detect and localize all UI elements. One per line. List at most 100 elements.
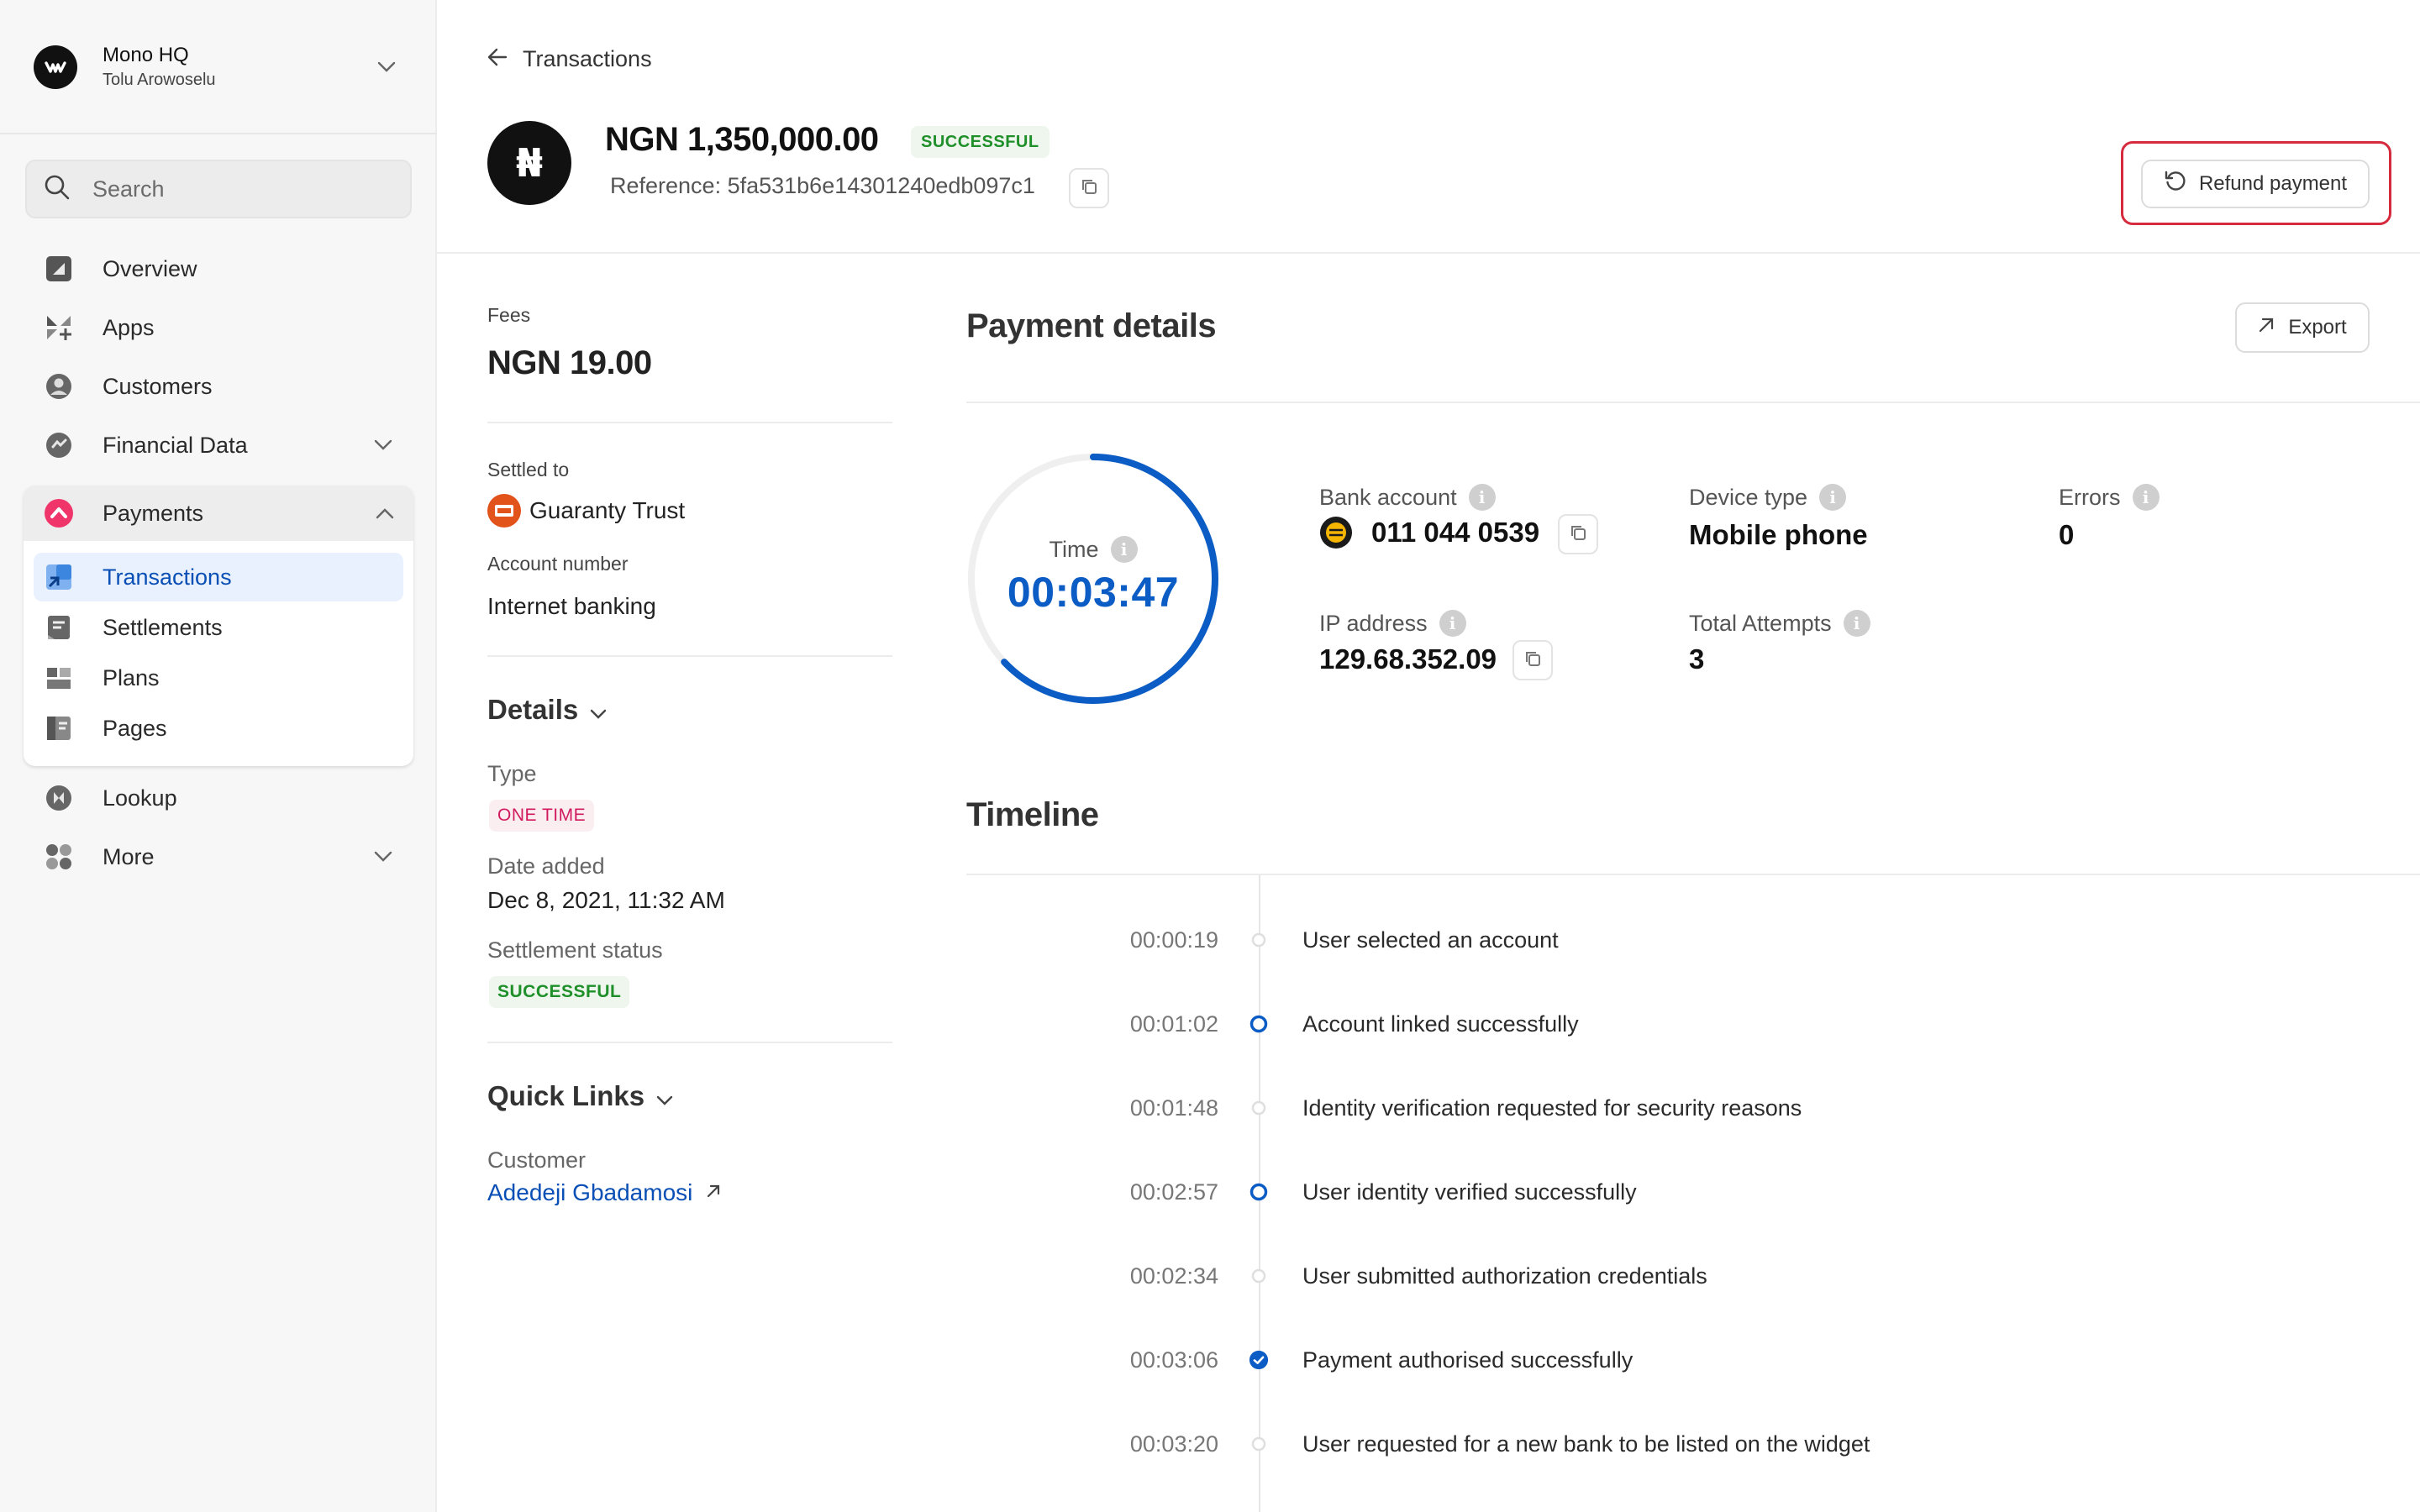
section-divider: [487, 655, 892, 657]
details-title: Details: [487, 694, 579, 725]
external-link-icon: [692, 1184, 721, 1203]
sidebar: Mono HQ Tolu Arowoselu Overview Apps Cus…: [0, 0, 437, 1512]
fees-label: Fees: [487, 304, 531, 326]
org-switcher[interactable]: Mono HQ Tolu Arowoselu: [34, 44, 403, 91]
refund-payment-label: Refund payment: [2198, 172, 2348, 195]
timeline-success-icon: [1249, 1014, 1269, 1034]
settled-to-label: Settled to: [487, 459, 570, 480]
bank-account-row: 011 044 0539: [1319, 516, 1539, 549]
sidebar-subitem-pages[interactable]: Pages: [34, 704, 403, 753]
chevron-down-icon[interactable]: [366, 840, 400, 874]
org-user: Tolu Arowoselu: [103, 71, 216, 89]
search-input[interactable]: [92, 176, 395, 202]
settlement-status-label: Settlement status: [487, 937, 663, 963]
timeline-time: 00:02:57: [1129, 1179, 1218, 1205]
type-label: Type: [487, 761, 537, 786]
section-divider: [487, 422, 892, 423]
ip-address-value: 129.68.352.09: [1319, 643, 1497, 675]
copy-bank-account-button[interactable]: [1558, 514, 1598, 554]
sidebar-item-label: Transactions: [103, 564, 232, 590]
errors-value: 0: [2059, 519, 2075, 550]
transaction-amount: NGN 1,350,000.00: [605, 121, 879, 158]
timeline-item: 00:00:19 User selected an account: [966, 919, 2395, 961]
quick-links-toggle[interactable]: Quick Links: [487, 1080, 673, 1112]
sidebar-subitem-transactions[interactable]: Transactions: [34, 553, 403, 601]
timeline-item: 00:03:20 User requested for a new bank to…: [966, 1423, 2395, 1465]
sidebar-item-financial-data[interactable]: Financial Data: [25, 420, 412, 470]
timeline-event-text: User submitted authorization credentials: [1302, 1263, 1707, 1289]
pages-icon: [44, 713, 74, 743]
chevron-down-icon[interactable]: [366, 428, 400, 462]
back-link[interactable]: Transactions: [487, 42, 652, 76]
timeline-time: 00:03:20: [1129, 1431, 1218, 1457]
details-toggle[interactable]: Details: [487, 694, 607, 726]
timeline-pending-icon: [1249, 930, 1269, 950]
settlements-icon: [44, 612, 74, 643]
info-icon[interactable]: i: [1110, 536, 1138, 563]
quick-links-title: Quick Links: [487, 1080, 645, 1111]
customers-icon: [44, 371, 74, 402]
payments-icon: [44, 498, 74, 528]
timeline-item: 00:01:02 Account linked successfully: [966, 1003, 2395, 1045]
timeline-time: 00:00:19: [1129, 927, 1218, 953]
fees-value: NGN 19.00: [487, 344, 652, 381]
info-icon[interactable]: i: [1439, 610, 1466, 637]
search-box[interactable]: [25, 160, 412, 218]
type-badge: ONE TIME: [489, 800, 595, 832]
info-icon[interactable]: i: [2132, 484, 2160, 511]
device-type-label: Device type: [1689, 484, 1808, 510]
sidebar-item-label: Overview: [103, 255, 197, 281]
timeline-title: Timeline: [966, 796, 1099, 833]
sidebar-item-overview[interactable]: Overview: [25, 244, 412, 294]
bank-logo-icon: [1319, 516, 1353, 549]
sidebar-item-label: Customers: [103, 373, 213, 399]
timeline-time: 00:01:02: [1129, 1011, 1218, 1037]
info-icon[interactable]: i: [1468, 484, 1496, 511]
timer-label: Time: [1049, 536, 1099, 562]
customer-link[interactable]: Adedeji Gbadamosi: [487, 1179, 721, 1206]
refund-payment-button[interactable]: Refund payment: [2141, 160, 2370, 208]
settlement-status-badge: SUCCESSFUL: [489, 976, 630, 1008]
timeline-item: 00:02:57 User identity verified successfu…: [966, 1171, 2395, 1213]
sidebar-item-label: More: [103, 843, 155, 869]
sidebar-item-label: Plans: [103, 664, 160, 690]
more-icon: [44, 842, 74, 872]
overview-icon: [44, 254, 74, 284]
chevron-down-icon: [656, 1080, 673, 1112]
account-number-label: Account number: [487, 553, 629, 575]
sidebar-item-customers[interactable]: Customers: [25, 361, 412, 412]
ip-address-label-row: IP address i: [1319, 610, 1466, 637]
sidebar-item-more[interactable]: More: [25, 832, 412, 882]
org-name: Mono HQ: [103, 44, 189, 66]
arrow-up-right-icon: [2258, 316, 2275, 339]
copy-reference-button[interactable]: [1069, 168, 1109, 208]
sidebar-item-label: Apps: [103, 314, 155, 340]
errors-label-row: Errors i: [2059, 484, 2160, 511]
chevron-down-icon[interactable]: [370, 50, 403, 84]
copy-icon: [1523, 649, 1542, 672]
sidebar-item-apps[interactable]: Apps: [25, 302, 412, 353]
sidebar-item-label: Settlements: [103, 614, 223, 640]
timeline-time: 00:01:48: [1129, 1095, 1218, 1121]
sidebar-item-payments[interactable]: Payments: [24, 486, 413, 541]
timeline-event-text: Identity verification requested for secu…: [1302, 1095, 1802, 1121]
bank-account-label: Bank account: [1319, 484, 1457, 510]
chevron-up-icon[interactable]: [368, 496, 402, 530]
sidebar-subitem-settlements[interactable]: Settlements: [34, 603, 403, 652]
total-attempts-value: 3: [1689, 643, 1705, 675]
sidebar-item-lookup[interactable]: Lookup: [25, 773, 412, 823]
timeline-item: 00:01:48 Identity verification requested …: [966, 1087, 2395, 1129]
apps-icon: [44, 312, 74, 343]
info-icon[interactable]: i: [1819, 484, 1847, 511]
customer-label: Customer: [487, 1147, 587, 1173]
export-button[interactable]: Export: [2235, 302, 2370, 353]
sidebar-divider: [0, 133, 437, 134]
sidebar-item-label: Pages: [103, 715, 167, 741]
timeline-event-text: Account linked successfully: [1302, 1011, 1579, 1037]
date-added-label: Date added: [487, 853, 605, 879]
back-link-label: Transactions: [523, 45, 652, 71]
timeline-event-text: Payment authorised successfully: [1302, 1347, 1634, 1373]
info-icon[interactable]: i: [1843, 610, 1870, 637]
sidebar-subitem-plans[interactable]: Plans: [34, 654, 403, 702]
copy-ip-address-button[interactable]: [1512, 640, 1553, 680]
